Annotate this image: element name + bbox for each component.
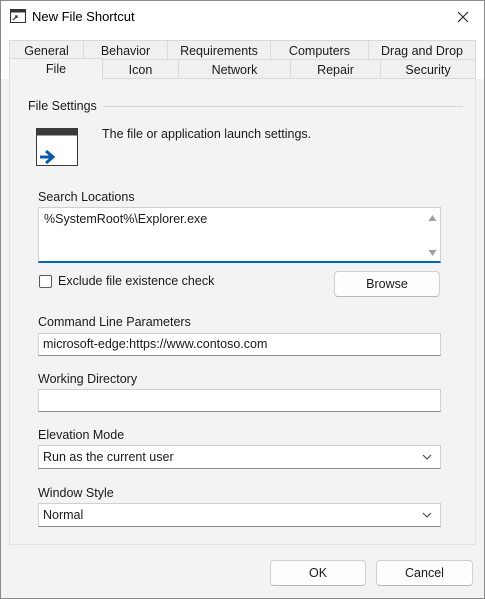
close-button[interactable] (442, 1, 484, 32)
section-divider (103, 106, 463, 107)
browse-button[interactable]: Browse (334, 271, 440, 297)
chevron-down-icon (422, 512, 432, 518)
file-tab-panel: File Settings The file or application la… (9, 79, 476, 545)
section-description: The file or application launch settings. (102, 127, 312, 141)
window-style-select[interactable]: Normal (38, 503, 441, 527)
tab-repair[interactable]: Repair (290, 59, 381, 79)
tab-requirements[interactable]: Requirements (167, 40, 271, 60)
cancel-button[interactable]: Cancel (376, 560, 473, 586)
file-launch-icon (36, 128, 78, 166)
scroll-down-icon[interactable] (428, 249, 437, 257)
elevation-mode-select[interactable]: Run as the current user (38, 445, 441, 469)
section-title: File Settings (28, 99, 97, 113)
working-directory-label: Working Directory (38, 372, 138, 386)
command-line-label: Command Line Parameters (38, 315, 191, 329)
title-bar: New File Shortcut (1, 1, 484, 32)
tab-icon[interactable]: Icon (102, 59, 179, 79)
window-style-value: Normal (43, 508, 84, 522)
elevation-mode-value: Run as the current user (43, 450, 174, 464)
tab-file[interactable]: File (9, 58, 103, 79)
tab-drag-and-drop[interactable]: Drag and Drop (368, 40, 476, 60)
exclude-check-checkbox[interactable] (39, 275, 52, 288)
ok-button[interactable]: OK (270, 560, 366, 586)
tab-behavior[interactable]: Behavior (83, 40, 168, 60)
exclude-check-label: Exclude file existence check (58, 274, 215, 288)
tab-general[interactable]: General (9, 40, 84, 60)
dialog-footer: OK Cancel (1, 545, 484, 598)
close-icon (457, 11, 469, 22)
window-title: New File Shortcut (32, 9, 135, 24)
command-line-input[interactable]: microsoft-edge:https://www.contoso.com (38, 333, 441, 356)
chevron-down-icon (422, 454, 432, 460)
window-style-label: Window Style (38, 486, 114, 500)
scroll-up-icon[interactable] (428, 214, 437, 222)
tab-network[interactable]: Network (178, 59, 291, 79)
shortcut-window-icon (10, 9, 26, 23)
elevation-mode-label: Elevation Mode (38, 428, 125, 442)
dialog-window: New File Shortcut General Behavior Requi… (0, 0, 485, 599)
tab-strip: General Behavior Requirements Computers … (1, 32, 484, 79)
search-locations-field[interactable]: %SystemRoot%\Explorer.exe (38, 207, 441, 263)
tab-computers[interactable]: Computers (270, 40, 369, 60)
working-directory-input[interactable] (38, 389, 441, 412)
search-locations-label: Search Locations (38, 190, 135, 204)
tab-security[interactable]: Security (380, 59, 476, 79)
search-locations-value: %SystemRoot%\Explorer.exe (44, 212, 208, 226)
